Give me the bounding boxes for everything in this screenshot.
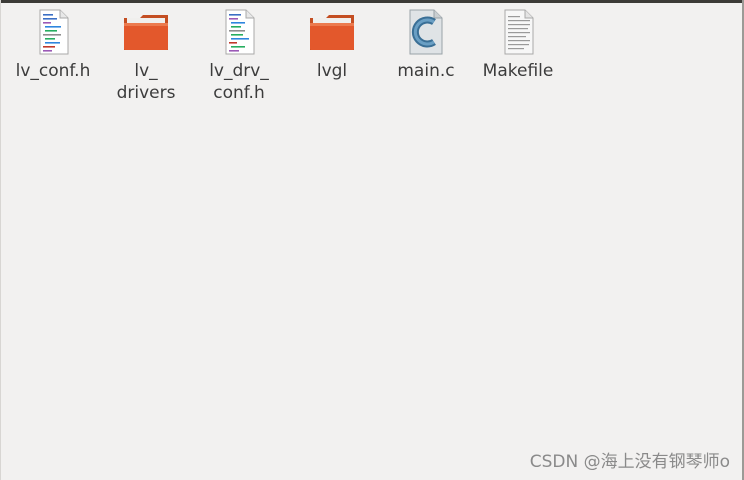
file-grid: lv_conf.h lv_ drivers lv_drv_ conf.h lvg… bbox=[0, 0, 744, 440]
file-item-lv-conf-h[interactable]: lv_conf.h bbox=[10, 8, 96, 82]
text-file-icon bbox=[225, 9, 255, 55]
watermark: CSDN @海上没有钢琴师o bbox=[529, 452, 730, 472]
folder-icon bbox=[310, 15, 354, 50]
file-label: lvgl bbox=[316, 61, 348, 81]
text-file-icon bbox=[39, 9, 69, 55]
c-source-file-icon bbox=[409, 9, 443, 55]
file-label: lv_drv_ conf.h bbox=[209, 61, 269, 103]
folder-icon bbox=[124, 15, 168, 50]
file-item-lvgl[interactable]: lvgl bbox=[289, 8, 375, 82]
file-item-lv-drivers[interactable]: lv_ drivers bbox=[103, 8, 189, 104]
file-item-lv-drv-conf-h[interactable]: lv_drv_ conf.h bbox=[196, 8, 282, 104]
file-label: lv_conf.h bbox=[15, 61, 91, 81]
file-item-main-c[interactable]: main.c bbox=[383, 8, 469, 82]
document-file-icon bbox=[504, 9, 534, 55]
file-item-makefile[interactable]: Makefile bbox=[475, 8, 561, 82]
file-label: main.c bbox=[397, 61, 455, 81]
file-label: Makefile bbox=[482, 61, 554, 81]
file-label: lv_ drivers bbox=[116, 61, 176, 103]
